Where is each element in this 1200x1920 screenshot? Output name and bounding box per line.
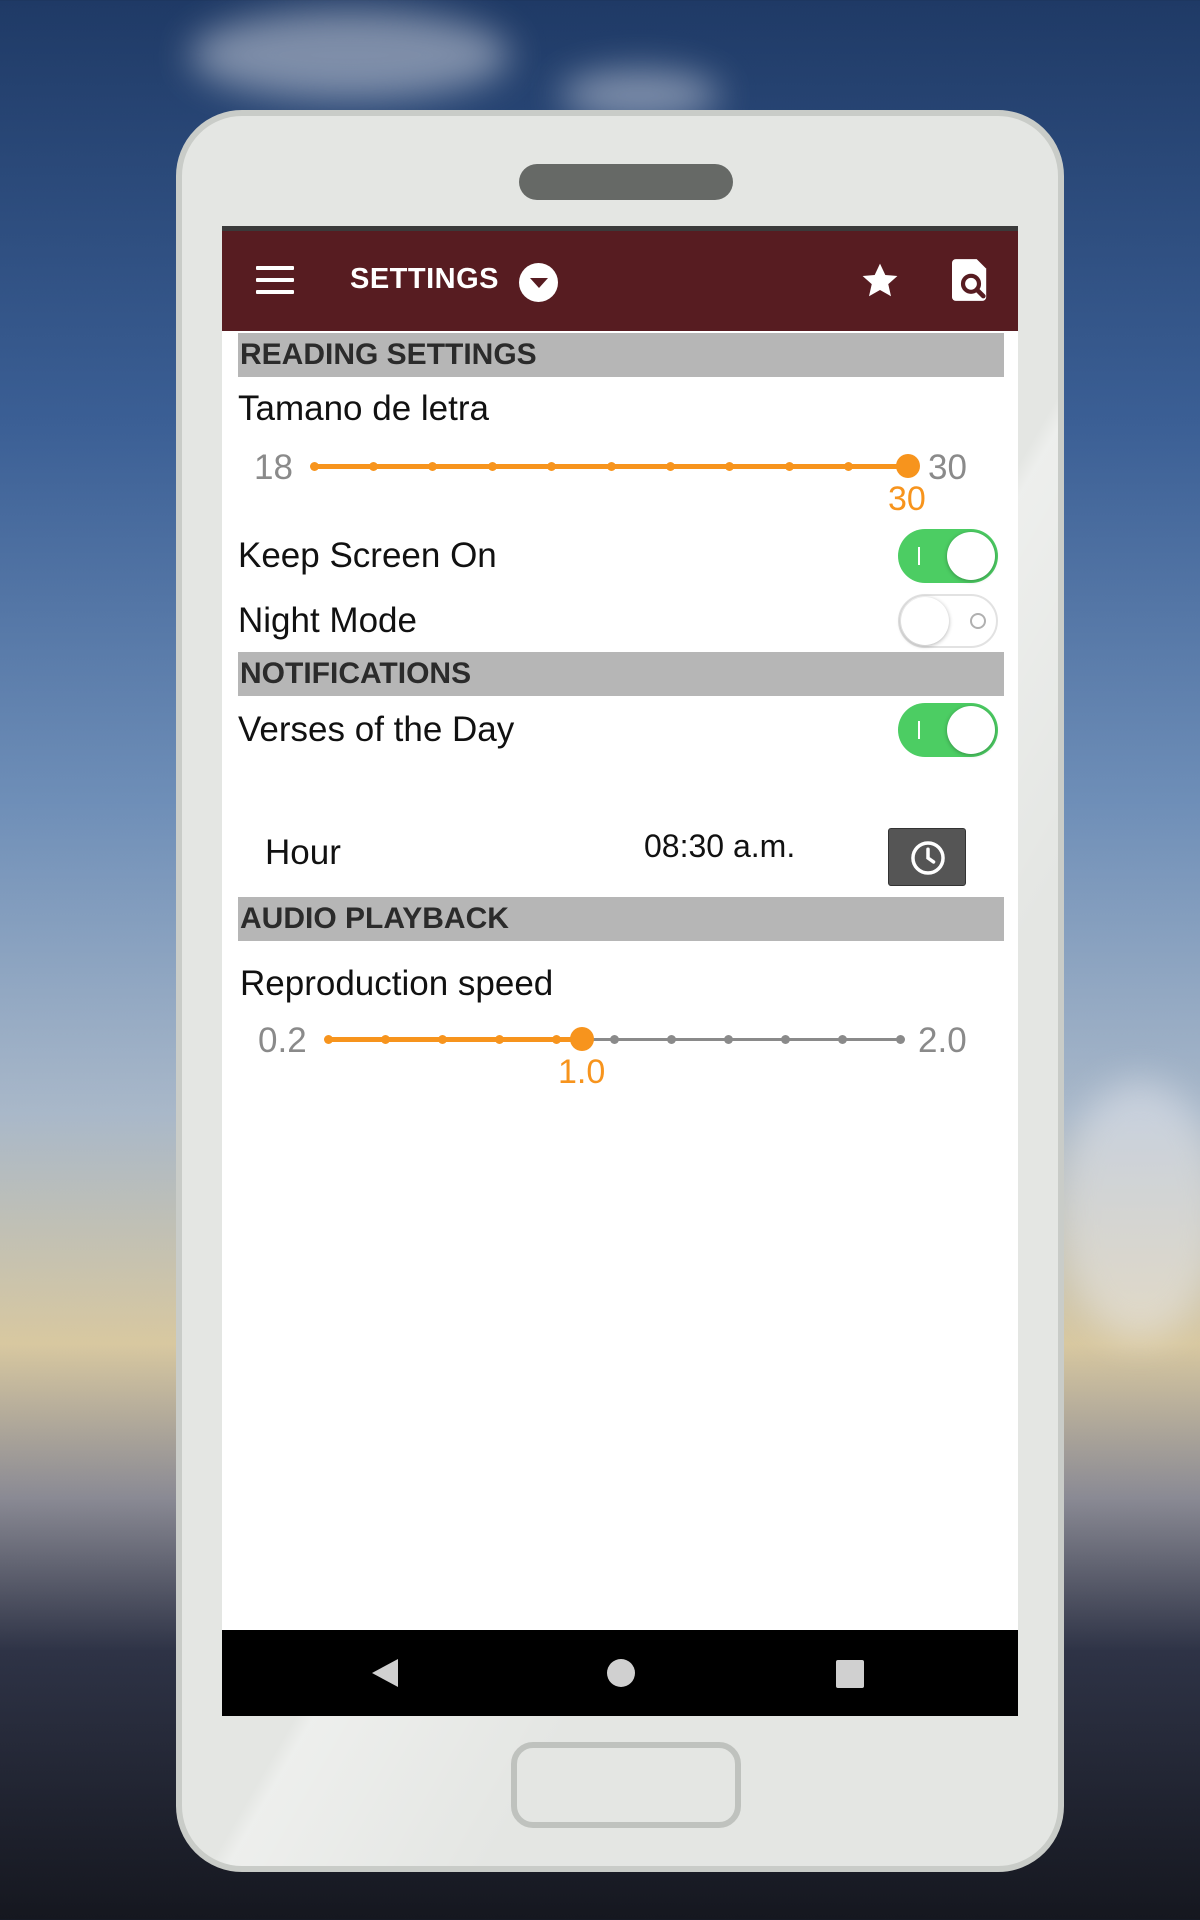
sky-cloud	[190, 10, 510, 100]
slider-tick	[609, 1034, 619, 1044]
font-size-value: 30	[888, 480, 926, 518]
slider-track-active	[328, 1037, 583, 1042]
app-bar: SETTINGS	[222, 231, 1018, 331]
slider-tick	[723, 1034, 733, 1044]
slider-tick	[495, 1034, 505, 1044]
slider-tick	[666, 1034, 676, 1044]
slider-tick	[437, 1034, 447, 1044]
slider-tick	[380, 1034, 390, 1044]
sky-cloud	[1060, 1080, 1200, 1340]
menu-icon[interactable]	[256, 266, 294, 294]
search-document-icon[interactable]	[952, 257, 990, 303]
keep-screen-on-toggle[interactable]	[898, 529, 998, 583]
time-picker-button[interactable]	[888, 828, 966, 886]
slider-tick	[665, 461, 675, 471]
slider-tick	[844, 461, 854, 471]
slider-tick	[725, 461, 735, 471]
section-audio-playback: AUDIO PLAYBACK	[238, 897, 1004, 941]
page-title: SETTINGS	[350, 263, 500, 295]
dropdown-icon[interactable]	[519, 263, 558, 302]
font-size-min: 18	[254, 448, 293, 487]
app-screen: SETTINGS READING SETTINGS Tamano de letr…	[222, 226, 1018, 1716]
slider-thumb[interactable]	[896, 454, 920, 478]
font-size-label: Tamano de letra	[238, 389, 489, 428]
home-icon[interactable]	[607, 1659, 635, 1687]
verses-of-day-label: Verses of the Day	[238, 710, 515, 749]
slider-tick	[781, 1034, 791, 1044]
phone-home-button[interactable]	[511, 1742, 741, 1828]
font-size-max: 30	[928, 448, 967, 487]
phone-speaker	[519, 164, 733, 200]
slider-tick	[428, 461, 438, 471]
system-nav-bar	[222, 1630, 1018, 1716]
speed-max: 2.0	[918, 1021, 967, 1060]
section-notifications: NOTIFICATIONS	[238, 652, 1004, 696]
slider-tick	[309, 461, 319, 471]
hour-label: Hour	[265, 833, 341, 872]
slider-track-inactive	[582, 1038, 900, 1041]
night-mode-toggle[interactable]	[898, 594, 998, 648]
slider-tick	[895, 1034, 905, 1044]
night-mode-label: Night Mode	[238, 601, 417, 640]
speed-min: 0.2	[258, 1021, 307, 1060]
recents-icon[interactable]	[836, 1660, 864, 1688]
slider-tick	[552, 1034, 562, 1044]
hour-value: 08:30 a.m.	[644, 828, 796, 864]
section-reading-settings: READING SETTINGS	[238, 333, 1004, 377]
keep-screen-on-label: Keep Screen On	[238, 536, 497, 575]
star-icon[interactable]	[858, 259, 902, 303]
clock-icon	[911, 841, 945, 875]
slider-tick	[784, 461, 794, 471]
speed-value: 1.0	[558, 1053, 606, 1091]
slider-tick	[838, 1034, 848, 1044]
slider-tick	[368, 461, 378, 471]
back-icon[interactable]	[372, 1659, 398, 1687]
slider-thumb[interactable]	[570, 1027, 595, 1051]
slider-tick	[547, 461, 557, 471]
slider-tick	[323, 1034, 333, 1044]
verses-of-day-toggle[interactable]	[898, 703, 998, 757]
slider-tick	[606, 461, 616, 471]
reproduction-speed-label: Reproduction speed	[240, 964, 554, 1003]
slider-tick	[487, 461, 497, 471]
